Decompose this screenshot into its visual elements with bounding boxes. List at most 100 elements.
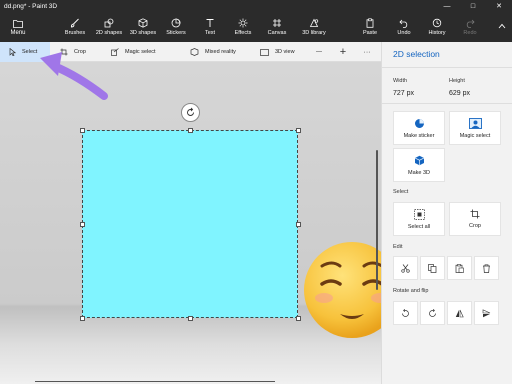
resize-handle-top[interactable] (188, 128, 193, 133)
3d-view-button[interactable]: 3D view (260, 42, 295, 62)
history-icon (432, 18, 442, 28)
history-button[interactable]: History (426, 12, 448, 42)
canvas-label: Canvas (267, 30, 287, 36)
3d-library-tool[interactable]: 3D library (299, 12, 329, 42)
minimize-button[interactable]: — (434, 0, 460, 12)
rotate-right-icon (429, 308, 436, 317)
rotate-flip-section-label: Rotate and flip (393, 288, 429, 294)
magic-select-icon (111, 48, 119, 56)
3d-library-label: 3D library (302, 30, 326, 36)
properties-panel: 2D selection Width Height 727 px 629 px … (381, 42, 512, 384)
zoom-out-button[interactable]: — (312, 42, 326, 62)
magic-select-panel-button[interactable]: Magic select (449, 111, 501, 145)
redo-icon (466, 19, 475, 28)
undo-button[interactable]: Undo (394, 12, 414, 42)
horizontal-scrollbar[interactable] (35, 381, 275, 382)
height-value[interactable]: 629 px (449, 90, 470, 97)
rotate-left-icon (402, 308, 409, 317)
sticker-icon (171, 18, 181, 28)
2d-shapes-icon (104, 18, 114, 28)
vertical-scrollbar[interactable] (376, 150, 378, 290)
select-tool-label: Select (22, 49, 38, 55)
cut-button[interactable] (393, 256, 418, 280)
paste-panel-button[interactable] (447, 256, 472, 280)
select-all-button[interactable]: Select all (393, 202, 445, 236)
text-tool[interactable]: Text (200, 12, 220, 42)
menu-label: Menu (10, 29, 26, 36)
2d-shapes-label: 2D shapes (95, 30, 123, 36)
cube-icon (138, 18, 148, 28)
crop-panel-button[interactable]: Crop (449, 202, 501, 236)
make-3d-button[interactable]: Make 3D (393, 148, 445, 182)
mixed-reality-icon (190, 48, 199, 56)
clipboard-icon (455, 263, 464, 273)
selection-box[interactable] (82, 130, 298, 318)
resize-handle-top-left[interactable] (80, 128, 85, 133)
resize-handle-left[interactable] (80, 222, 85, 227)
menu-button[interactable]: Menu (0, 12, 36, 42)
select-section-label: Select (393, 189, 409, 195)
window-controls: — □ ✕ (434, 0, 512, 12)
collapse-ribbon-button[interactable] (496, 20, 508, 32)
text-icon (206, 19, 214, 27)
canvas-tool[interactable]: Canvas (266, 12, 288, 42)
undo-icon (399, 19, 408, 28)
rotate-handle[interactable] (181, 103, 200, 122)
make-sticker-label: Make sticker (403, 132, 435, 139)
make-3d-label: Make 3D (407, 169, 430, 176)
3d-view-icon (260, 48, 269, 56)
effects-label: Effects (234, 30, 252, 36)
ribbon: Menu Brushes 2D shapes 3D shapes Sticker… (0, 12, 512, 42)
clipboard-icon (366, 18, 374, 28)
effects-tool[interactable]: Effects (232, 12, 254, 42)
resize-handle-top-right[interactable] (296, 128, 301, 133)
redo-label: Redo (463, 30, 477, 36)
flip-horizontal-button[interactable] (447, 301, 472, 325)
more-options-button[interactable]: ··· (360, 42, 374, 62)
flip-horizontal-icon (455, 309, 464, 317)
close-button[interactable]: ✕ (486, 0, 512, 12)
width-label: Width (393, 78, 408, 84)
panel-divider (382, 103, 512, 104)
brushes-tool[interactable]: Brushes (63, 12, 87, 42)
sticker-icon (414, 118, 424, 128)
select-all-label: Select all (407, 223, 431, 230)
magic-select-tool-button[interactable]: Magic select (111, 42, 156, 62)
undo-label: Undo (397, 30, 411, 36)
rotate-left-button[interactable] (393, 301, 418, 325)
maximize-button[interactable]: □ (460, 0, 486, 12)
resize-handle-right[interactable] (296, 222, 301, 227)
rotate-icon (187, 107, 194, 116)
delete-button[interactable] (474, 256, 499, 280)
3d-library-icon (309, 18, 319, 27)
panel-divider (382, 67, 512, 68)
2d-shapes-tool[interactable]: 2D shapes (93, 12, 125, 42)
copy-button[interactable] (420, 256, 445, 280)
resize-handle-bottom-right[interactable] (296, 316, 301, 321)
mixed-reality-button[interactable]: Mixed reality (190, 42, 236, 62)
cursor-icon (9, 48, 16, 56)
resize-handle-bottom[interactable] (188, 316, 193, 321)
history-label: History (428, 30, 446, 36)
rotate-right-button[interactable] (420, 301, 445, 325)
brush-icon (70, 18, 79, 28)
chevron-up-icon (498, 23, 506, 29)
magic-select-icon (468, 117, 482, 129)
copy-icon (428, 263, 437, 273)
resize-handle-bottom-left[interactable] (80, 316, 85, 321)
select-all-icon (413, 208, 425, 220)
height-label: Height (449, 78, 465, 84)
crop-panel-label: Crop (469, 223, 481, 229)
pointer-arrow-icon (40, 52, 108, 100)
redo-button[interactable]: Redo (460, 12, 480, 42)
brushes-label: Brushes (64, 30, 86, 36)
flip-vertical-button[interactable] (474, 301, 499, 325)
zoom-in-button[interactable]: + (336, 42, 350, 62)
stickers-tool[interactable]: Stickers (163, 12, 189, 42)
make-sticker-button[interactable]: Make sticker (393, 111, 445, 145)
stickers-label: Stickers (166, 30, 186, 36)
mixed-reality-label: Mixed reality (205, 49, 236, 55)
width-value[interactable]: 727 px (393, 90, 414, 97)
paste-tool[interactable]: Paste (360, 12, 380, 42)
3d-shapes-tool[interactable]: 3D shapes (127, 12, 159, 42)
